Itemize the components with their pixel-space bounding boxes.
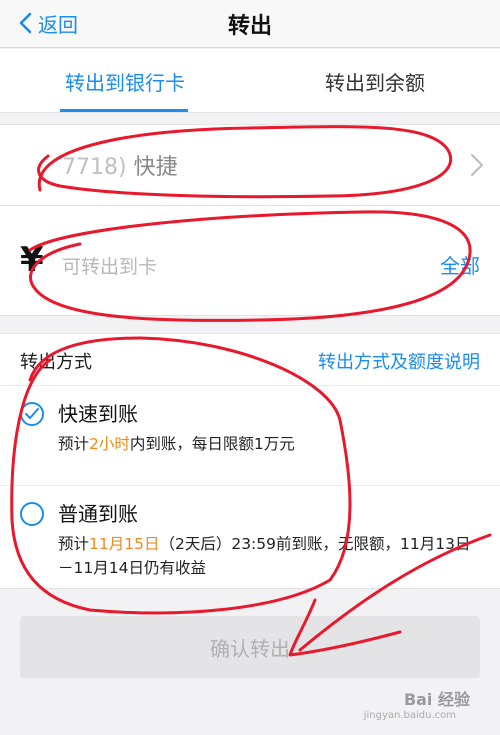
nav-bar: 返回 转出 [0, 0, 500, 48]
method-header: 转出方式 转出方式及额度说明 [0, 334, 500, 386]
tab-to-balance[interactable]: 转出到余额 [250, 49, 500, 113]
desc-highlight: 11月15日 [89, 535, 160, 553]
checkmark-icon [25, 408, 39, 419]
desc-prefix: 预计 [58, 535, 90, 553]
radio-unchecked-icon[interactable] [20, 502, 44, 526]
option-fast[interactable]: 快速到账 预计2小时内到账，每日限额1万元 [0, 386, 500, 486]
bank-card-type: 快捷 [133, 155, 178, 180]
option-fast-desc: 预计2小时内到账，每日限额1万元 [58, 432, 478, 456]
confirm-transfer-button[interactable]: 确认转出 [20, 616, 480, 678]
option-normal-title: 普通到账 [58, 502, 138, 526]
option-normal[interactable]: 普通到账 预计11月15日（2天后）23:59前到账，无限额，11月13日－11… [0, 486, 500, 590]
watermark: Bai 经验 [403, 690, 470, 709]
tab-to-bank-card[interactable]: 转出到银行卡 [0, 49, 250, 113]
amount-input[interactable]: 可转出到卡 [62, 252, 157, 279]
bank-card-label: 7718) 快捷 [62, 149, 178, 181]
transfer-method-section: 转出方式 转出方式及额度说明 快速到账 预计2小时内到账，每日限额1万元 普通到… [0, 333, 500, 589]
desc-suffix: 内到账，每日限额1万元 [129, 435, 295, 453]
chevron-right-icon [471, 154, 483, 176]
amount-row: ¥ 可转出到卡 全部 [0, 206, 500, 316]
watermark-url: jingyan.baidu.com [363, 710, 456, 721]
all-amount-button[interactable]: 全部 [440, 250, 480, 279]
tab-bar: 转出到银行卡 转出到余额 [0, 49, 500, 113]
desc-prefix: 预计 [58, 435, 90, 453]
bank-card-selector[interactable]: 7718) 快捷 [0, 124, 500, 206]
option-normal-desc: 预计11月15日（2天后）23:59前到账，无限额，11月13日－11月14日仍… [58, 532, 478, 580]
page-title: 转出 [227, 14, 272, 39]
active-tab-indicator [60, 109, 188, 112]
radio-checked-icon[interactable] [20, 402, 44, 426]
bank-card-number: 7718) [62, 155, 127, 180]
desc-highlight: 2小时 [89, 435, 130, 453]
option-fast-title: 快速到账 [58, 402, 138, 426]
method-label: 转出方式 [20, 352, 92, 373]
method-info-link[interactable]: 转出方式及额度说明 [318, 348, 480, 374]
yen-icon: ¥ [20, 240, 44, 280]
